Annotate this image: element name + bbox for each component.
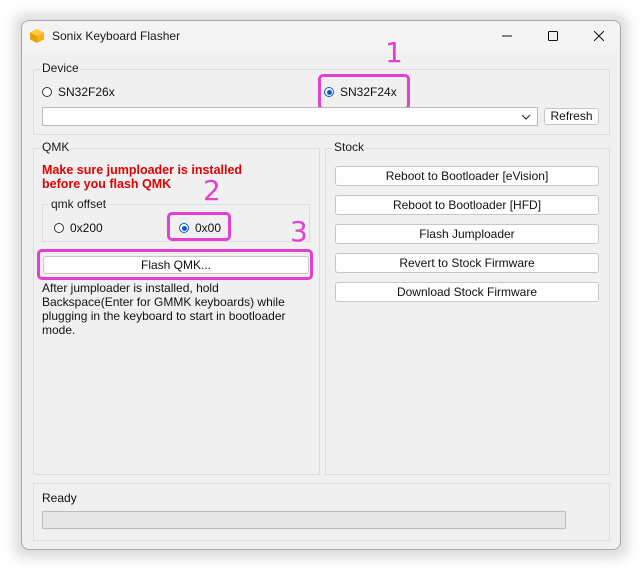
close-icon <box>594 31 604 41</box>
flash-jumploader-button[interactable]: Flash Jumploader <box>335 224 599 244</box>
maximize-icon <box>548 31 558 41</box>
app-window: Sonix Keyboard Flasher Device SN32F26x S… <box>21 20 621 550</box>
qmk-group-label: QMK <box>40 140 72 154</box>
radio-label-0x200: 0x200 <box>70 221 103 235</box>
maximize-button[interactable] <box>530 21 576 51</box>
radio-offset-0x200[interactable]: 0x200 <box>54 221 103 235</box>
annotation-1: 1 <box>385 36 403 69</box>
radio-circle <box>42 87 52 97</box>
highlight-box-3 <box>37 249 313 280</box>
download-stock-firmware-button[interactable]: Download Stock Firmware <box>335 282 599 302</box>
stock-group-label: Stock <box>332 140 367 154</box>
revert-stock-firmware-button[interactable]: Revert to Stock Firmware <box>335 253 599 273</box>
port-dropdown[interactable] <box>42 107 538 126</box>
radio-sn32f26x[interactable]: SN32F26x <box>42 85 115 99</box>
chevron-down-icon <box>521 114 531 120</box>
title-bar[interactable]: Sonix Keyboard Flasher <box>22 21 620 51</box>
progress-bar <box>42 511 566 529</box>
status-text: Ready <box>42 491 77 505</box>
annotation-2: 2 <box>203 174 221 207</box>
reboot-evision-button[interactable]: Reboot to Bootloader [eVision] <box>335 166 599 186</box>
minimize-button[interactable] <box>484 21 530 51</box>
jumploader-warning: Make sure jumploader is installed before… <box>42 163 243 191</box>
refresh-button[interactable]: Refresh <box>544 108 599 125</box>
close-button[interactable] <box>576 21 620 51</box>
minimize-icon <box>502 35 512 37</box>
highlight-box-2 <box>167 212 231 241</box>
device-group-label: Device <box>40 61 81 75</box>
app-icon <box>30 29 44 43</box>
window-title: Sonix Keyboard Flasher <box>52 29 181 43</box>
qmk-offset-label: qmk offset <box>49 197 109 211</box>
radio-label-sn32f26x: SN32F26x <box>58 85 115 99</box>
reboot-hfd-button[interactable]: Reboot to Bootloader [HFD] <box>335 195 599 215</box>
bootloader-instructions: After jumploader is installed, hold Back… <box>42 281 286 337</box>
radio-circle <box>54 223 64 233</box>
annotation-3: 3 <box>290 215 308 248</box>
highlight-box-1 <box>318 74 410 110</box>
